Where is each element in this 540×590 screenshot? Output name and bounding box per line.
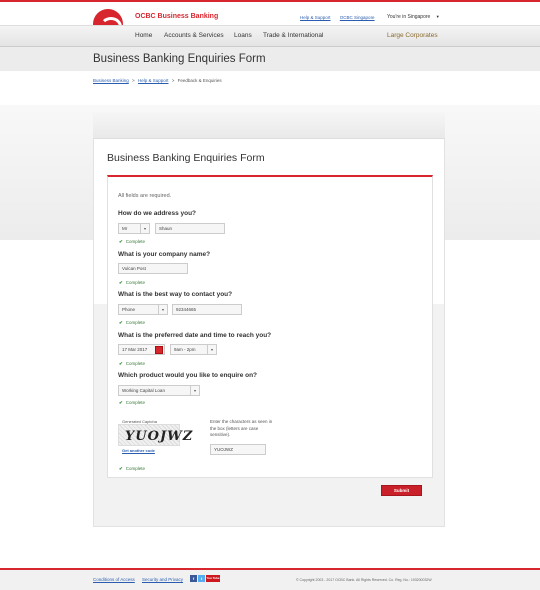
q-contact-label: What is the best way to contact you? (118, 291, 233, 298)
contact-method-select[interactable]: Phone ▾ (118, 304, 168, 315)
captcha-complete: ✔ Complete (119, 466, 145, 472)
panel-header-strip (93, 112, 445, 139)
q4-complete: ✔ Complete (119, 361, 145, 367)
chevron-down-icon: ▾ (158, 305, 167, 314)
region-label: You're in Singapore (387, 14, 431, 20)
chevron-down-icon: ▾ (190, 386, 199, 395)
help-support-link[interactable]: Help & Support (300, 15, 331, 20)
complete-label: Complete (125, 280, 146, 285)
q5-complete: ✔ Complete (119, 400, 145, 406)
captcha-hint: Enter the characters as seen in the box … (210, 419, 273, 437)
time-value: 9am - 2pm (174, 347, 196, 352)
check-icon: ✔ (119, 400, 123, 405)
nav-item-large-corporates[interactable]: Large Corporates (387, 32, 438, 39)
q3-complete: ✔ Complete (119, 320, 145, 326)
youtube-icon[interactable]: You Tube (206, 575, 220, 582)
facebook-icon[interactable]: f (190, 575, 197, 582)
check-icon: ✔ (119, 320, 123, 325)
chevron-down-icon: ▾ (207, 345, 216, 354)
chevron-down-icon: ▾ (140, 224, 149, 233)
salutation-value: Mr (122, 226, 128, 231)
check-icon: ✔ (119, 280, 123, 285)
captcha-input[interactable]: YUOJWZ (210, 444, 266, 455)
ocbc-singapore-link[interactable]: OCBC Singapore (340, 15, 375, 20)
q-datetime-label: What is the preferred date and time to r… (118, 332, 272, 339)
check-icon: ✔ (119, 361, 123, 366)
submit-button[interactable]: Submit (381, 485, 422, 496)
region-selector[interactable]: You're in Singapore ▼ (387, 14, 440, 20)
product-value: Working Capital Loan (122, 388, 165, 393)
title-bar (0, 47, 540, 71)
required-note: All fields are required. (118, 193, 172, 199)
name-input[interactable]: Shaun (155, 223, 225, 234)
breadcrumb-help-support[interactable]: Help & Support (138, 78, 169, 83)
q-product-label: Which product would you like to enquire … (118, 372, 258, 379)
nav-item-loans[interactable]: Loans (234, 32, 252, 39)
nav-item-accounts-services[interactable]: Accounts & Services (164, 32, 224, 39)
page-title: Business Banking Enquiries Form (93, 53, 266, 65)
top-links: Help & Support OCBC Singapore (300, 15, 383, 20)
time-select[interactable]: 9am - 2pm ▾ (170, 344, 217, 355)
complete-label: Complete (125, 239, 146, 244)
salutation-select[interactable]: Mr ▾ (118, 223, 150, 234)
security-privacy-link[interactable]: Security and Privacy (142, 577, 183, 582)
form-title: Business Banking Enquiries Form (107, 152, 265, 164)
brand-name[interactable]: OCBC Business Banking (135, 13, 218, 20)
q1-complete: ✔ Complete (119, 239, 145, 245)
check-icon: ✔ (119, 466, 123, 471)
q-address-label: How do we address you? (118, 210, 197, 217)
company-input[interactable]: Vulcan Post (118, 263, 188, 274)
contact-method-value: Phone (122, 307, 136, 312)
captcha-image: YUOJWZ (118, 424, 192, 446)
copyright-text: © Copyright 2003 - 2017 OCBC Bank. All R… (296, 578, 432, 582)
conditions-of-access-link[interactable]: Conditions of Access (93, 577, 135, 582)
complete-label: Complete (125, 361, 146, 366)
nav-item-trade-international[interactable]: Trade & International (263, 32, 323, 39)
q2-complete: ✔ Complete (119, 280, 145, 286)
chevron-down-icon: ▼ (435, 14, 440, 19)
phone-input[interactable]: 92344665 (172, 304, 242, 315)
footer (0, 570, 540, 590)
breadcrumb-separator: > (132, 78, 135, 83)
check-icon: ✔ (119, 239, 123, 244)
breadcrumb-business-banking[interactable]: Business Banking (93, 78, 129, 83)
nav-item-home[interactable]: Home (135, 32, 152, 39)
breadcrumb-separator: > (171, 78, 175, 83)
get-another-code-link[interactable]: Get another code (122, 448, 155, 453)
breadcrumb-current: Feedback & Enquiries (177, 78, 222, 83)
breadcrumb: Business Banking > Help & Support > Feed… (93, 78, 222, 83)
complete-label: Complete (125, 466, 146, 471)
complete-label: Complete (125, 400, 146, 405)
product-select[interactable]: Working Capital Loan ▾ (118, 385, 200, 396)
calendar-icon[interactable] (155, 346, 163, 354)
q-company-label: What is your company name? (118, 251, 211, 258)
complete-label: Complete (125, 320, 146, 325)
twitter-icon[interactable]: t (198, 575, 205, 582)
